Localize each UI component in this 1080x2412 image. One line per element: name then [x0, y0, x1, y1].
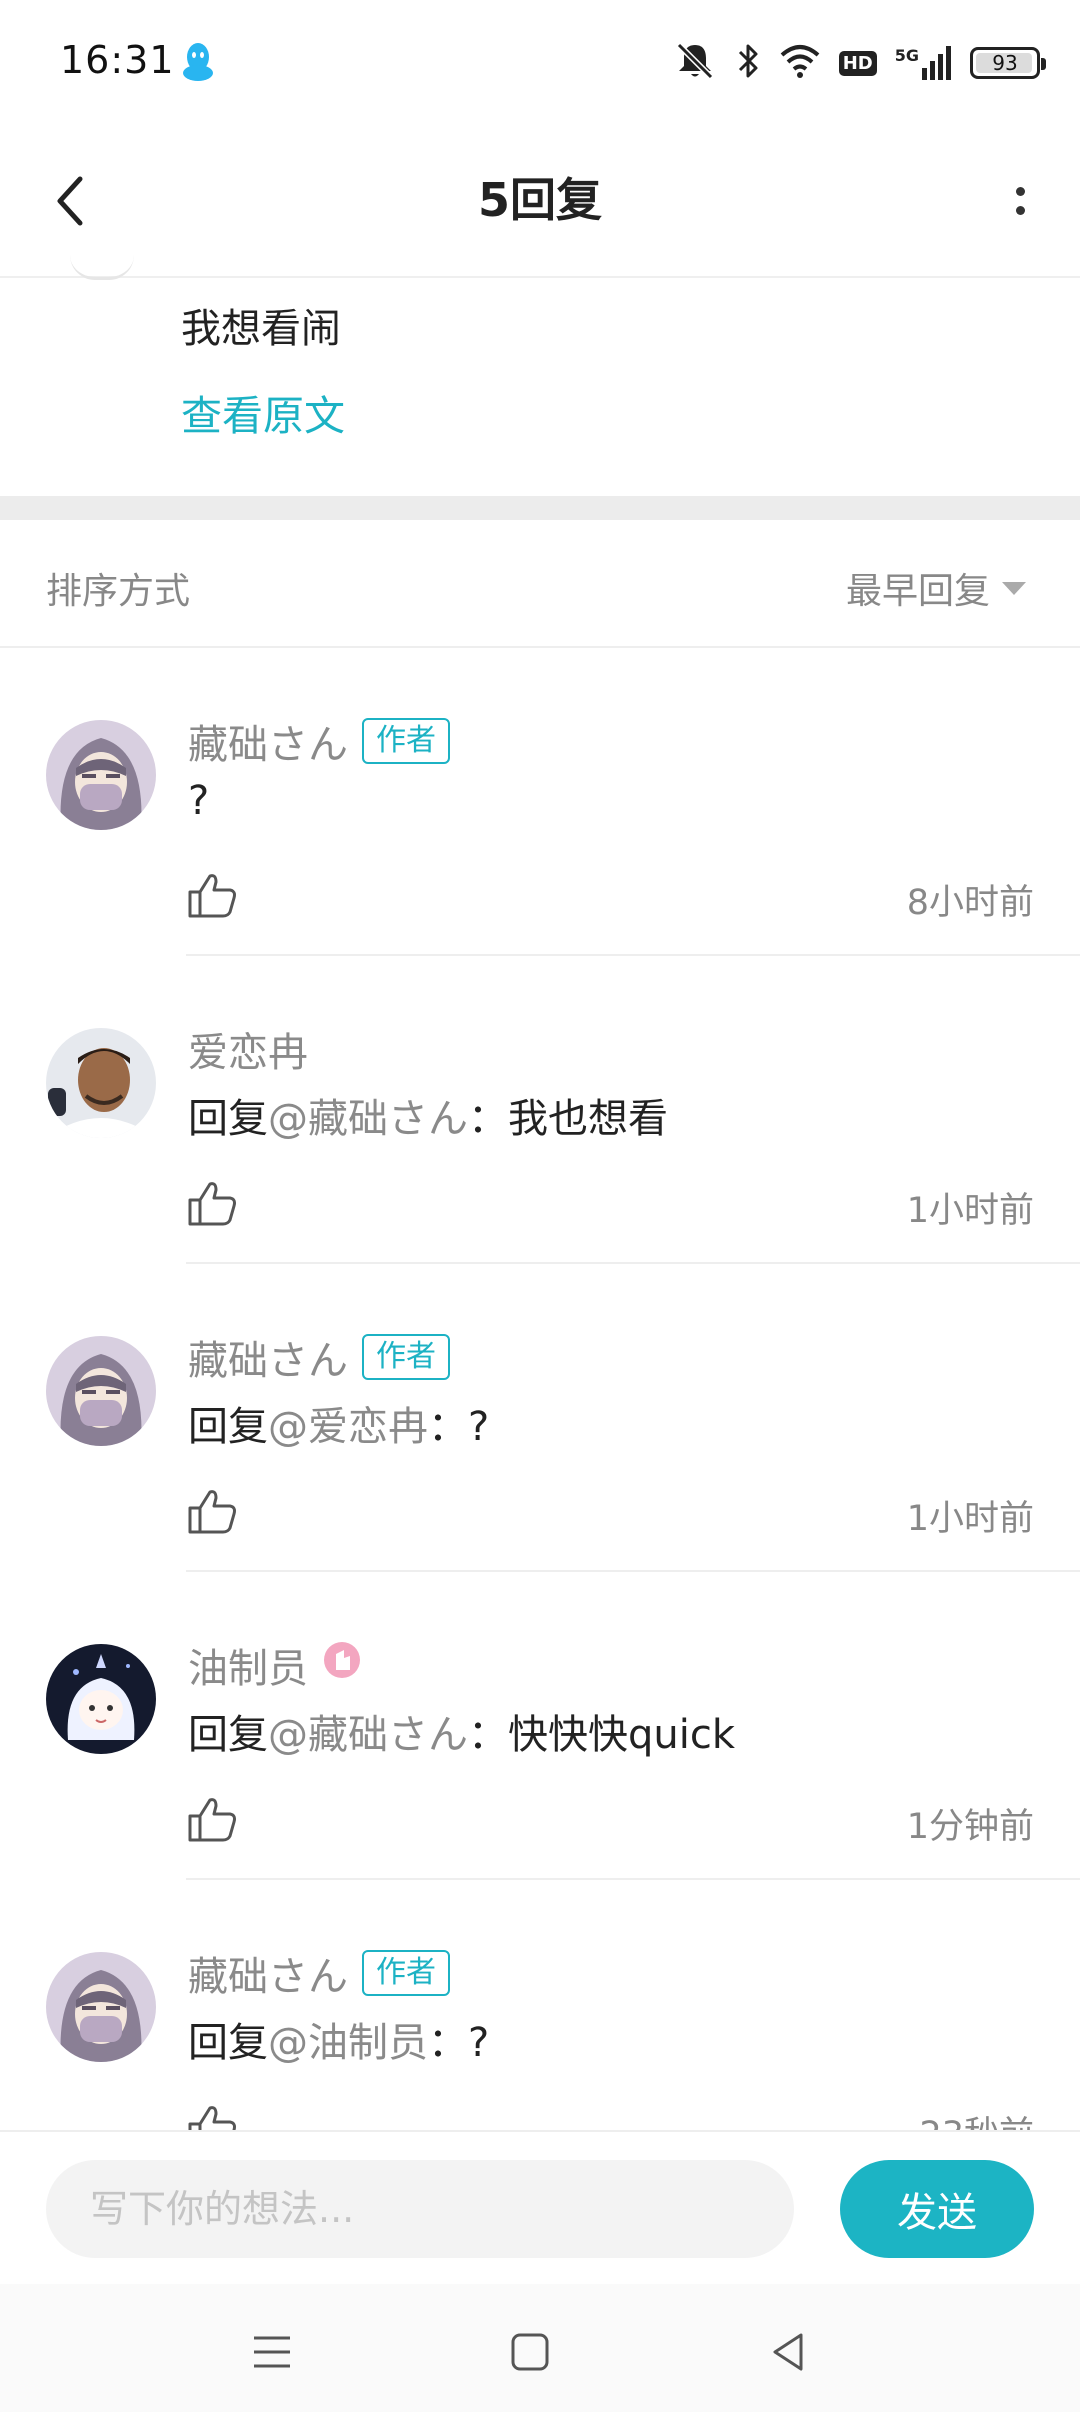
reply-content[interactable]: 回复@爱恋冉：?	[188, 1394, 489, 1452]
avatar[interactable]	[46, 720, 156, 830]
wifi-icon	[779, 43, 821, 83]
username-text: 藏础さん	[188, 1954, 348, 2000]
reply-content[interactable]: ?	[188, 778, 209, 824]
reply-time: 1小时前	[906, 1499, 1034, 1539]
reply-text: ：我也想看	[468, 1096, 668, 1142]
home-button[interactable]	[500, 2322, 560, 2382]
username-text: 藏础さん	[188, 722, 348, 768]
sort-value: 最早回复	[845, 571, 990, 612]
battery-level: 93	[992, 51, 1018, 75]
view-original-link[interactable]: 查看原文	[181, 382, 345, 442]
bluetooth-icon	[735, 41, 761, 85]
reply-prefix: 回复	[188, 1712, 268, 1758]
reply-item: 藏础さん 作者 ? 8小时前	[0, 648, 1080, 956]
thumbs-up-icon	[188, 1182, 236, 1226]
signal-icon: 5G	[895, 46, 952, 80]
reply-username[interactable]: 油制员	[188, 1636, 362, 1694]
reply-item: 油制员 回复@藏础さん：快快快quick 1分钟前	[0, 1572, 1080, 1880]
hd-icon: HD	[838, 50, 877, 76]
avatar[interactable]	[46, 1644, 156, 1754]
reply-mention[interactable]: @爱恋冉	[268, 1404, 428, 1450]
thumbs-up-icon	[188, 874, 236, 918]
reply-text: ：?	[428, 2020, 490, 2066]
status-time: 16:31	[60, 38, 175, 82]
author-badge: 作者	[362, 1950, 450, 1996]
thumbs-up-icon	[188, 1490, 236, 1534]
original-post-text: 我想看闹	[181, 306, 341, 352]
section-divider	[0, 496, 1080, 520]
like-button[interactable]	[186, 1178, 238, 1230]
battery-icon: 93	[970, 47, 1046, 79]
like-button[interactable]	[186, 870, 238, 922]
reply-prefix: 回复	[188, 2020, 268, 2066]
status-bar: 16:31 HD 5G 93	[0, 0, 1080, 126]
like-button[interactable]	[186, 1486, 238, 1538]
reply-text: ：?	[428, 1404, 490, 1450]
more-options-button[interactable]	[990, 166, 1050, 236]
user-level-icon	[322, 1640, 362, 1690]
thumbs-up-icon	[188, 2106, 236, 2130]
sort-row: 排序方式 最早回复	[0, 520, 1080, 648]
back-icon	[773, 2333, 803, 2371]
comment-composer: 发送	[0, 2130, 1080, 2284]
reply-item: 藏础さん 作者 回复@油制员：? 23秒前	[0, 1880, 1080, 2130]
reply-prefix: 回复	[188, 1096, 268, 1142]
like-button[interactable]	[186, 2102, 238, 2130]
username-text: 爱恋冉	[188, 1030, 308, 1076]
reply-time: 8小时前	[906, 883, 1034, 923]
status-icons: HD 5G 93	[673, 40, 1046, 86]
home-icon	[511, 2333, 549, 2371]
mute-icon	[673, 41, 717, 85]
sort-label: 排序方式	[46, 571, 191, 612]
avatar[interactable]	[46, 1028, 156, 1138]
like-button[interactable]	[186, 1794, 238, 1846]
menu-button[interactable]	[242, 2322, 302, 2382]
reply-content[interactable]: 回复@藏础さん：我也想看	[188, 1086, 668, 1144]
reply-mention[interactable]: @藏础さん	[268, 1096, 468, 1142]
reply-text: ?	[188, 778, 210, 824]
thumbs-up-icon	[188, 1798, 236, 1842]
reply-content[interactable]: 回复@藏础さん：快快快quick	[188, 1702, 735, 1760]
system-back-button[interactable]	[758, 2322, 818, 2382]
reply-username[interactable]: 藏础さん 作者	[188, 1328, 450, 1386]
sort-dropdown[interactable]: 最早回复	[846, 562, 1026, 614]
qq-icon	[180, 40, 216, 88]
username-text: 油制员	[188, 1646, 308, 1692]
reply-time: 1分钟前	[906, 1807, 1034, 1847]
avatar[interactable]	[46, 1336, 156, 1446]
system-nav-bar	[0, 2284, 1080, 2412]
reply-text: ：快快快quick	[468, 1712, 736, 1758]
reply-item: 爱恋冉 回复@藏础さん：我也想看 1小时前	[0, 956, 1080, 1264]
author-badge: 作者	[362, 718, 450, 764]
send-button[interactable]: 发送	[840, 2160, 1034, 2258]
reply-prefix: 回复	[188, 1404, 268, 1450]
reply-time: 1小时前	[906, 1191, 1034, 1231]
reply-username[interactable]: 藏础さん 作者	[188, 1944, 450, 2002]
avatar[interactable]	[46, 1952, 156, 2062]
reply-mention[interactable]: @藏础さん	[268, 1712, 468, 1758]
header: 5回复	[0, 126, 1080, 278]
reply-username[interactable]: 爱恋冉	[188, 1020, 308, 1078]
network-type: 5G	[894, 46, 919, 65]
reply-content[interactable]: 回复@油制员：?	[188, 2010, 489, 2068]
dropdown-triangle-icon	[1002, 581, 1026, 595]
author-badge: 作者	[362, 1334, 450, 1380]
reply-item: 藏础さん 作者 回复@爱恋冉：? 1小时前	[0, 1264, 1080, 1572]
more-vertical-icon	[1015, 187, 1025, 196]
reply-time: 23秒前	[919, 2106, 1034, 2130]
reply-username[interactable]: 藏础さん 作者	[188, 712, 450, 770]
page-title: 5回复	[477, 173, 602, 227]
menu-icon	[254, 2336, 290, 2368]
more-dot	[1015, 206, 1025, 215]
username-text: 藏础さん	[188, 1338, 348, 1384]
comment-input[interactable]	[46, 2160, 794, 2258]
reply-mention[interactable]: @油制员	[268, 2020, 428, 2066]
